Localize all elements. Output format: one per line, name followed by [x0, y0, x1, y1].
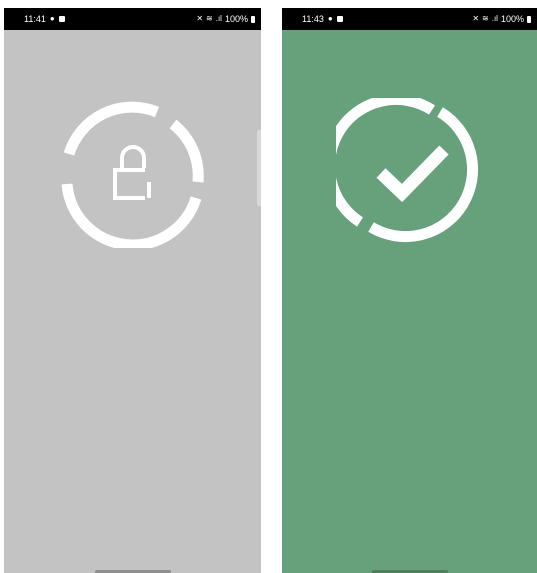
broken-ring-icon — [61, 101, 204, 248]
mute-icon: ✕ — [472, 14, 480, 23]
status-time: 11:43 — [302, 14, 324, 24]
signal-icon: .ıl — [215, 14, 222, 23]
status-bar: 11:41 ● ✕ ≋ .ıl 100% — [4, 8, 261, 30]
battery-icon — [251, 15, 255, 23]
checkmark-icon — [376, 145, 449, 203]
lock-screen-background — [4, 30, 261, 573]
battery-icon — [527, 15, 531, 23]
mute-icon: ✕ — [196, 14, 204, 23]
battery-percentage: 100% — [500, 14, 524, 24]
battery-percentage: 100% — [224, 14, 248, 24]
success-screen-background — [282, 30, 537, 573]
edge-panel-handle[interactable] — [257, 130, 261, 206]
status-time: 11:41 — [24, 14, 46, 24]
lock-status-badge — [61, 101, 204, 248]
app-notification-icon — [336, 16, 343, 22]
chat-notification-icon: ● — [327, 14, 333, 23]
wifi-icon: ≋ — [206, 14, 213, 23]
signal-icon: .ıl — [491, 14, 498, 23]
chat-notification-icon: ● — [49, 14, 55, 23]
wifi-icon: ≋ — [482, 14, 489, 23]
padlock-icon — [113, 145, 151, 200]
broken-ring-icon — [336, 98, 479, 243]
success-status-badge — [336, 98, 479, 243]
phone-screen-unlocked: 11:43 ● ✕ ≋ .ıl 100% — [282, 8, 537, 573]
app-notification-icon — [58, 16, 65, 22]
status-bar: 11:43 ● ✕ ≋ .ıl 100% — [282, 8, 537, 30]
phone-screen-locked: 11:41 ● ✕ ≋ .ıl 100% — [4, 8, 261, 573]
